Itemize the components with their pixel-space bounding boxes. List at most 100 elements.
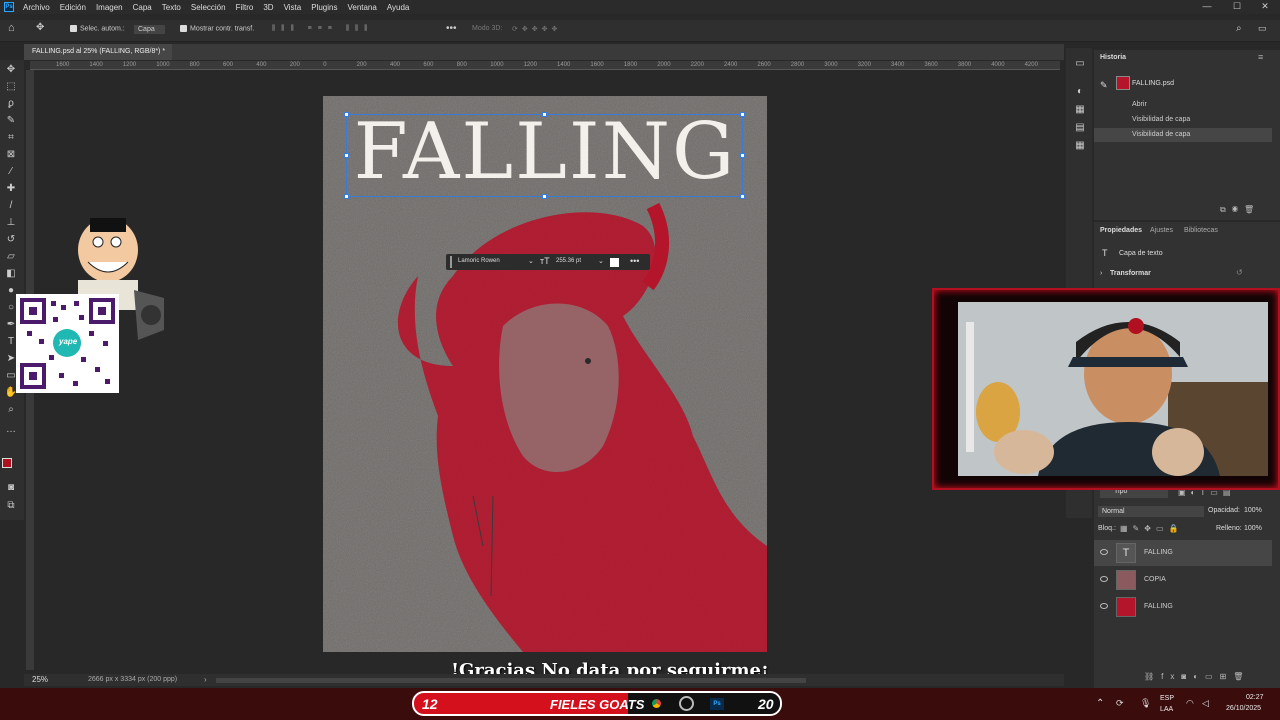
reset-icon[interactable]: ↺: [1236, 268, 1243, 277]
chevron-right-icon[interactable]: ›: [1100, 270, 1102, 277]
move-tool-icon[interactable]: ✥: [4, 64, 18, 76]
obs-icon[interactable]: [679, 696, 694, 711]
chevron-up-icon[interactable]: ⌃: [1096, 698, 1104, 709]
history-step-active[interactable]: Visibilidad de capa: [1094, 128, 1272, 142]
transform-handle[interactable]: [344, 153, 349, 158]
search-icon[interactable]: ⌕: [1236, 23, 1242, 34]
menu-capa[interactable]: Capa: [128, 3, 157, 12]
menu-plugins[interactable]: Plugins: [306, 3, 342, 12]
document-tab[interactable]: FALLING.psd al 25% (FALLING, RGB/8*) *: [24, 44, 172, 60]
transform-section-label[interactable]: Transformar: [1110, 270, 1151, 277]
tab-properties[interactable]: Propiedades: [1100, 227, 1142, 234]
opacity-field[interactable]: 100%: [1244, 507, 1262, 514]
menu-3d[interactable]: 3D: [258, 3, 278, 12]
layer-row[interactable]: COPIA: [1094, 567, 1272, 593]
visibility-eye-icon[interactable]: [1100, 576, 1108, 582]
menu-ventana[interactable]: Ventana: [342, 3, 381, 12]
gradients-icon[interactable]: ▤: [1073, 122, 1087, 134]
volume-icon[interactable]: ◁: [1202, 698, 1209, 709]
transform-handle[interactable]: [740, 153, 745, 158]
foreground-color-swatch[interactable]: [2, 458, 12, 468]
layer-name[interactable]: FALLING: [1144, 603, 1173, 610]
auto-select-dropdown[interactable]: Capa: [134, 25, 165, 34]
menu-imagen[interactable]: Imagen: [91, 3, 128, 12]
transform-handle[interactable]: [344, 112, 349, 117]
drag-handle[interactable]: [450, 256, 452, 268]
tab-libraries[interactable]: Bibliotecas: [1184, 227, 1218, 234]
patterns-icon[interactable]: ▦: [1073, 140, 1087, 152]
layer-actions-icons[interactable]: ⛓fx◙◐▭⊞🗑: [1144, 672, 1250, 681]
frame-tool-icon[interactable]: ⊠: [4, 149, 18, 161]
show-transform-checkbox[interactable]: Mostrar contr. transf.: [180, 25, 254, 32]
clock-date[interactable]: 26/10/2025: [1226, 705, 1261, 712]
history-actions-icons[interactable]: ⧉◉🗑: [1220, 205, 1260, 215]
sync-icon[interactable]: ⟳: [1116, 698, 1124, 709]
healing-brush-icon[interactable]: ✚: [4, 183, 18, 195]
crop-tool-icon[interactable]: ⌗: [4, 132, 18, 144]
language-indicator[interactable]: ESP: [1160, 695, 1174, 702]
chevron-right-icon[interactable]: ›: [204, 675, 207, 684]
horizontal-scrollbar[interactable]: [216, 678, 806, 683]
menu-ayuda[interactable]: Ayuda: [382, 3, 415, 12]
swatches-icon[interactable]: ▦: [1073, 104, 1087, 116]
history-panel-title[interactable]: Historia: [1100, 54, 1126, 61]
font-family-dropdown[interactable]: Lamoric Rowen: [458, 258, 500, 264]
zoom-tool-icon[interactable]: ⌕: [4, 404, 18, 416]
transform-handle[interactable]: [542, 194, 547, 199]
layer-name[interactable]: FALLING: [1144, 549, 1173, 556]
marquee-tool-icon[interactable]: ⬚: [4, 81, 18, 93]
more-options-icon[interactable]: •••: [446, 23, 457, 34]
layer-row[interactable]: T FALLING: [1094, 540, 1272, 566]
align-icons[interactable]: ⫼⫼⫼ ≡≡≡ ⫼⫼⫼: [272, 25, 373, 33]
keyboard-layout[interactable]: LAA: [1160, 706, 1173, 713]
snapshot-name[interactable]: FALLING.psd: [1132, 80, 1174, 87]
minimize-icon[interactable]: —: [1192, 0, 1222, 14]
eyedropper-icon[interactable]: ⁄: [4, 166, 18, 178]
layer-row[interactable]: FALLING: [1094, 594, 1272, 620]
quick-select-icon[interactable]: ✎: [4, 115, 18, 127]
transform-handle[interactable]: [542, 112, 547, 117]
menu-seleccion[interactable]: Selección: [186, 3, 231, 12]
auto-select-checkbox[interactable]: Selec. autom.:: [70, 25, 125, 32]
tab-adjustments[interactable]: Ajustes: [1150, 227, 1173, 234]
history-step[interactable]: Visibilidad de capa: [1094, 113, 1272, 127]
visibility-eye-icon[interactable]: [1100, 549, 1108, 555]
blend-mode-dropdown[interactable]: Normal: [1098, 506, 1204, 517]
home-icon[interactable]: ⌂: [8, 22, 15, 34]
wifi-icon[interactable]: ◠: [1186, 698, 1194, 709]
history-step[interactable]: Abrir: [1094, 98, 1272, 112]
clock-time[interactable]: 02:27: [1246, 694, 1264, 701]
more-tools-icon[interactable]: …: [4, 424, 18, 436]
screen-mode-icon[interactable]: ⧉: [4, 500, 18, 512]
close-icon[interactable]: ✕: [1250, 0, 1280, 14]
quick-mask-icon[interactable]: ◙: [4, 482, 18, 494]
menu-archivo[interactable]: Archivo: [18, 3, 55, 12]
workspace-icon[interactable]: ▭: [1258, 23, 1267, 34]
color-icon[interactable]: ◐: [1073, 86, 1087, 98]
layer-name[interactable]: COPIA: [1144, 576, 1166, 583]
history-brush-source-icon[interactable]: ✎: [1100, 80, 1110, 90]
fill-field[interactable]: 100%: [1244, 525, 1262, 532]
transform-handle[interactable]: [740, 112, 745, 117]
menu-vista[interactable]: Vista: [279, 3, 307, 12]
transform-bounding-box[interactable]: [346, 114, 743, 197]
lasso-tool-icon[interactable]: ϼ: [4, 98, 18, 110]
font-size-field[interactable]: 255.36 pt: [556, 258, 581, 264]
move-tool-icon[interactable]: ✥: [36, 22, 44, 33]
menu-texto[interactable]: Texto: [157, 3, 186, 12]
menu-edicion[interactable]: Edición: [55, 3, 91, 12]
transform-handle[interactable]: [740, 194, 745, 199]
maximize-icon[interactable]: ☐: [1222, 0, 1252, 14]
chrome-icon[interactable]: [649, 696, 664, 711]
photoshop-taskbar-icon[interactable]: Ps: [710, 698, 724, 710]
menu-filtro[interactable]: Filtro: [231, 3, 259, 12]
text-color-swatch[interactable]: [610, 258, 619, 267]
zoom-level[interactable]: 25%: [32, 675, 48, 684]
panel-menu-icon[interactable]: ≡: [1258, 52, 1263, 62]
lock-icons[interactable]: ▦✎✥▭🔒: [1120, 524, 1183, 533]
visibility-eye-icon[interactable]: [1100, 603, 1108, 609]
more-options-icon[interactable]: •••: [630, 256, 639, 266]
microphone-icon[interactable]: 🎙: [1140, 698, 1151, 709]
comments-icon[interactable]: ▭: [1073, 58, 1087, 70]
transform-handle[interactable]: [344, 194, 349, 199]
